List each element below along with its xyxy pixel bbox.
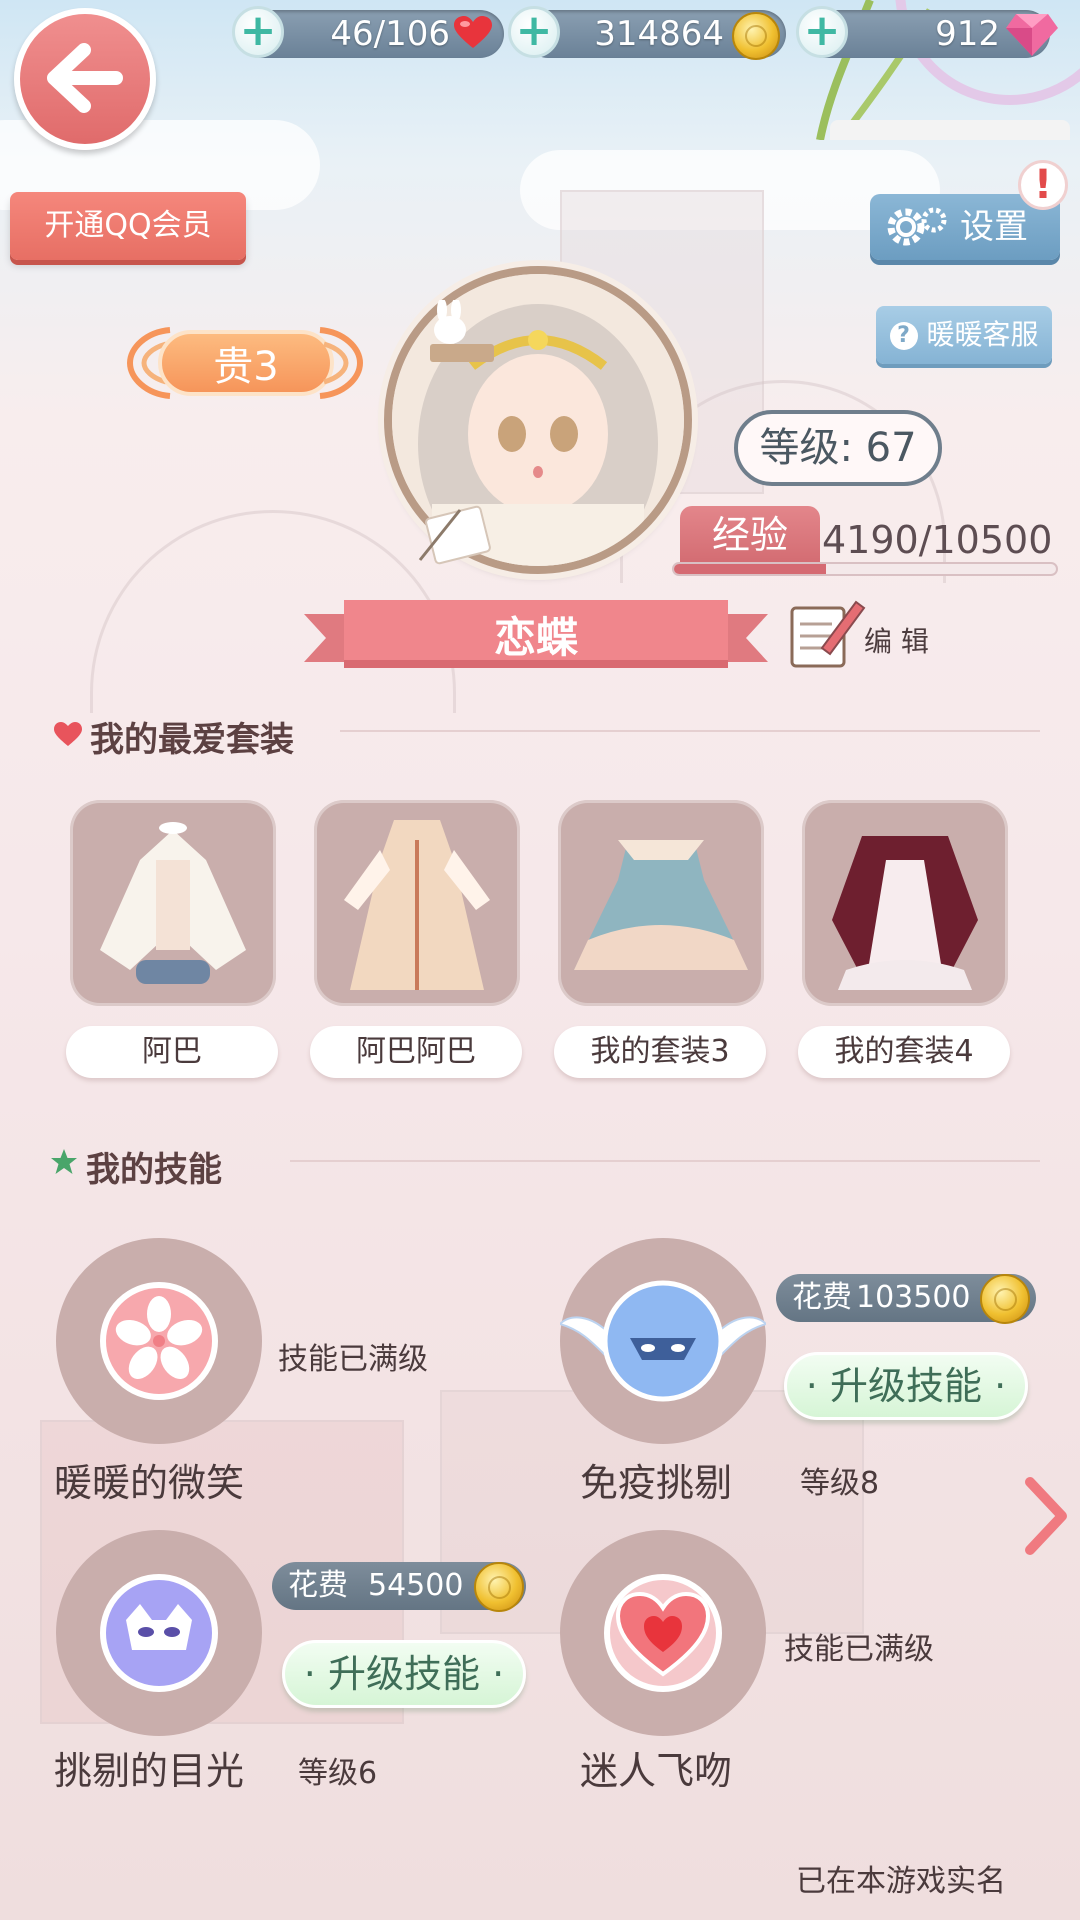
skill-status: 技能已满级 bbox=[278, 1342, 428, 1377]
exp-progress-bar bbox=[672, 562, 1058, 576]
upgrade-label: 升级技能 bbox=[327, 1652, 480, 1696]
exp-value: 4190/10500 bbox=[822, 518, 1053, 562]
customer-service-button[interactable]: ? 暖暖客服 bbox=[876, 306, 1052, 364]
skill-slot[interactable] bbox=[560, 1238, 766, 1444]
gem-icon bbox=[1006, 14, 1058, 56]
section-divider bbox=[340, 730, 1040, 732]
skill-level: 等级8 bbox=[800, 1466, 880, 1501]
outfit-label[interactable]: 我的套装3 bbox=[554, 1026, 766, 1078]
realname-notice: 已在本游戏实名 bbox=[796, 1864, 1006, 1899]
outfit-label[interactable]: 阿巴阿巴 bbox=[310, 1026, 522, 1078]
back-button[interactable] bbox=[14, 8, 156, 150]
sparkle-icon: · bbox=[994, 1364, 1007, 1408]
skill-name: 迷人飞吻 bbox=[580, 1749, 733, 1793]
top-bar: + 46/106 + 314864 + 912 bbox=[0, 0, 1080, 160]
skill-slot[interactable] bbox=[56, 1238, 262, 1444]
cost-label: 花费 bbox=[792, 1280, 852, 1315]
sakura-icon bbox=[100, 1282, 218, 1400]
star-bullet-icon bbox=[51, 1149, 77, 1174]
exp-label: 经验 bbox=[680, 506, 820, 564]
heart-icon bbox=[604, 1574, 722, 1692]
outfit-card[interactable] bbox=[802, 800, 1008, 1006]
cost-value: 103500 bbox=[856, 1280, 971, 1315]
gear-icon bbox=[887, 207, 947, 246]
coin-icon bbox=[980, 1274, 1030, 1324]
nickname: 恋蝶 bbox=[493, 613, 578, 662]
outfit-card[interactable] bbox=[558, 800, 764, 1006]
winged-mask-icon bbox=[560, 1280, 766, 1402]
outfit-thumbnail-image bbox=[100, 822, 246, 984]
sparkle-icon: · bbox=[303, 1652, 316, 1696]
bunny-book-decoration bbox=[430, 300, 494, 362]
cost-label: 花费 bbox=[288, 1568, 348, 1603]
plus-icon: + bbox=[239, 5, 277, 56]
customer-service-label: 暖暖客服 bbox=[926, 318, 1039, 351]
plus-icon: + bbox=[803, 5, 841, 56]
cat-mask-icon bbox=[100, 1574, 218, 1692]
exp-progress-fill bbox=[674, 564, 827, 574]
upgrade-label: 升级技能 bbox=[829, 1364, 982, 1408]
sparkle-icon: · bbox=[805, 1364, 818, 1408]
coin-icon bbox=[732, 12, 780, 60]
outfit-label[interactable]: 我的套装4 bbox=[798, 1026, 1010, 1078]
chevron-right-icon[interactable] bbox=[1020, 1476, 1070, 1556]
help-icon: ? bbox=[889, 322, 918, 350]
skill-name: 暖暖的微笑 bbox=[54, 1461, 245, 1505]
outfit-card[interactable] bbox=[314, 800, 520, 1006]
skills-title: 我的技能 bbox=[86, 1150, 222, 1190]
upgrade-skill-button[interactable]: · 升级技能 · bbox=[282, 1640, 526, 1708]
skill-name: 免疫挑剔 bbox=[580, 1461, 733, 1505]
qq-member-button[interactable]: 开通QQ会员 bbox=[10, 192, 246, 260]
skill-level: 等级6 bbox=[298, 1756, 378, 1791]
skill-slot[interactable] bbox=[560, 1530, 766, 1736]
upgrade-skill-button[interactable]: · 升级技能 · bbox=[784, 1352, 1028, 1420]
heart-bullet-icon bbox=[54, 722, 82, 746]
nickname-banner: 恋蝶 bbox=[304, 600, 768, 676]
edit-label: 编 辑 bbox=[864, 625, 929, 658]
outfit-card[interactable] bbox=[70, 800, 276, 1006]
skill-status: 技能已满级 bbox=[784, 1632, 934, 1667]
add-stamina-button[interactable]: + bbox=[232, 6, 284, 58]
outfit-thumbnail-image bbox=[344, 820, 490, 990]
outfit-thumbnail-image bbox=[574, 840, 748, 970]
cost-value: 54500 bbox=[368, 1568, 464, 1603]
stamina-value: 46/106 bbox=[330, 14, 450, 54]
skill-name: 挑剔的目光 bbox=[54, 1749, 245, 1793]
arrow-left-icon bbox=[47, 43, 123, 113]
plus-icon: + bbox=[515, 5, 553, 56]
heart-icon bbox=[454, 16, 492, 48]
outfit-label[interactable]: 阿巴 bbox=[66, 1026, 278, 1078]
gold-value: 314864 bbox=[594, 14, 724, 54]
section-divider bbox=[290, 1160, 1040, 1162]
vip-wing-right-icon bbox=[319, 327, 364, 399]
diamond-value: 912 bbox=[935, 14, 1000, 54]
add-diamond-button[interactable]: + bbox=[796, 6, 848, 58]
quill-letter-decoration bbox=[418, 505, 491, 565]
settings-label: 设置 bbox=[960, 207, 1028, 247]
favorites-title: 我的最爱套装 bbox=[90, 720, 294, 760]
coin-icon bbox=[474, 1562, 524, 1612]
level-pill: 等级: 67 bbox=[734, 410, 942, 486]
vip-badge: 贵3 bbox=[158, 330, 334, 396]
alert-badge: ! bbox=[1018, 160, 1068, 210]
edit-pencil-icon bbox=[790, 600, 866, 668]
add-gold-button[interactable]: + bbox=[508, 6, 560, 58]
sparkle-icon: · bbox=[492, 1652, 505, 1696]
skill-slot[interactable] bbox=[56, 1530, 262, 1736]
outfit-thumbnail-image bbox=[832, 836, 978, 990]
